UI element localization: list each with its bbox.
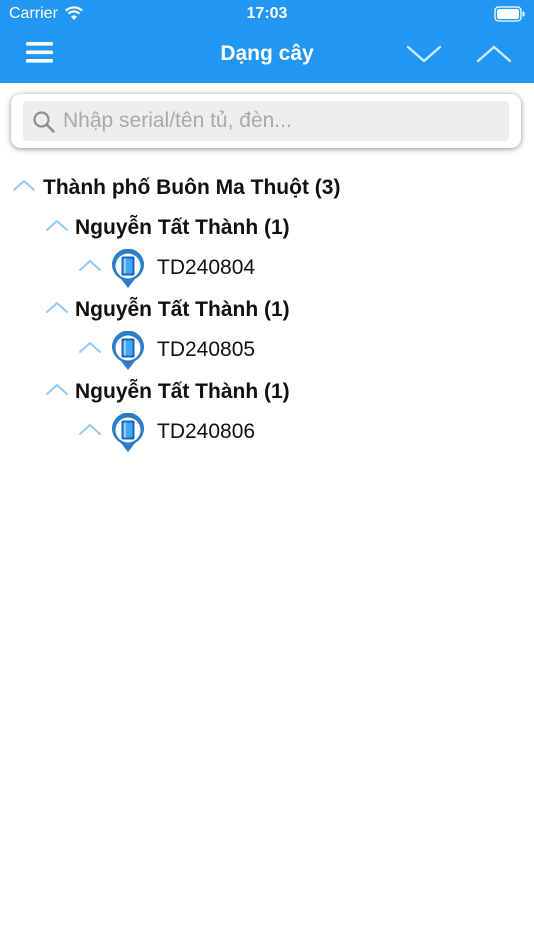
page-title: Dạng cây [220,42,314,65]
tree-node-device[interactable]: TD240804 [78,249,518,288]
search-input[interactable] [63,101,503,141]
tree-node-device[interactable]: TD240805 [78,331,518,370]
chevron-down-icon [406,45,442,63]
chevron-up-icon[interactable] [12,178,36,192]
search-icon [32,110,56,139]
tree-node-label: Thành phố Buôn Ma Thuột (3) [43,176,341,199]
chevron-up-icon[interactable] [45,382,69,396]
collapse-all-button[interactable] [404,42,444,66]
battery-icon [494,6,526,27]
clock: 17:03 [246,5,288,22]
status-bar: Carrier 17:03 [0,0,534,28]
chevron-up-icon [476,45,512,63]
search-bar [11,94,521,148]
expand-all-button[interactable] [474,42,514,66]
search-field[interactable] [23,101,509,141]
tree-node-street[interactable]: Nguyễn Tất Thành (1) [45,212,515,246]
tree-node-device[interactable]: TD240806 [78,413,518,452]
cabinet-pin-icon [112,249,144,288]
cabinet-pin-icon [112,331,144,370]
tree-node-street[interactable]: Nguyễn Tất Thành (1) [45,294,515,328]
chevron-up-icon[interactable] [78,340,102,354]
chevron-up-icon[interactable] [78,422,102,436]
device-label: TD240806 [157,420,256,443]
chevron-up-icon[interactable] [45,300,69,314]
tree-node-city[interactable]: Thành phố Buôn Ma Thuột (3) [12,172,522,206]
app-header: Carrier 17:03 Dạng cây [0,0,534,83]
tree-node-street[interactable]: Nguyễn Tất Thành (1) [45,376,515,410]
chevron-up-icon[interactable] [45,218,69,232]
nav-bar: Dạng cây [0,28,534,83]
tree-node-label: Nguyễn Tất Thành (1) [75,298,290,321]
cabinet-pin-icon [112,413,144,452]
chevron-up-icon[interactable] [78,258,102,272]
device-label: TD240805 [157,338,256,361]
tree-node-label: Nguyễn Tất Thành (1) [75,380,290,403]
device-label: TD240804 [157,256,256,279]
tree-node-label: Nguyễn Tất Thành (1) [75,216,290,239]
